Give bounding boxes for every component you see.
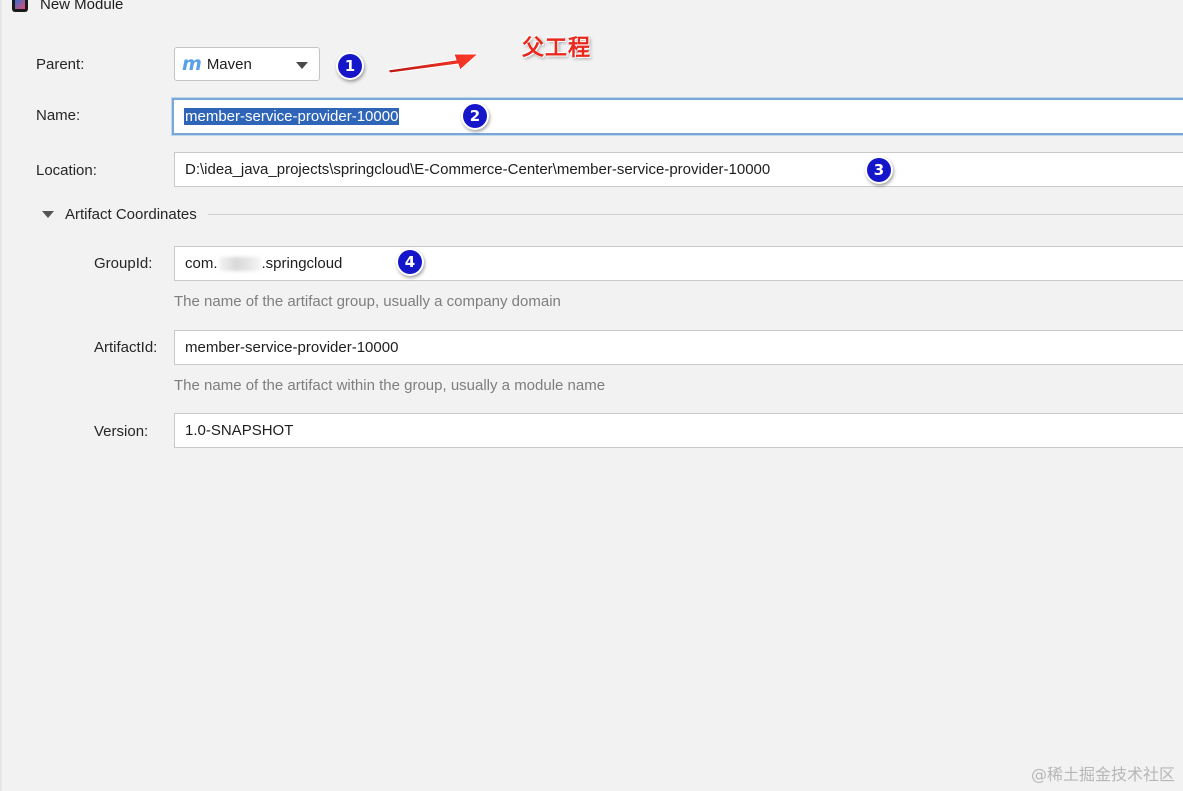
name-label: Name: (36, 107, 81, 124)
parent-project-note: 父工程 (522, 36, 592, 61)
groupid-label: GroupId: (94, 255, 153, 272)
location-label: Location: (36, 162, 97, 179)
title-bar: New Module (2, 0, 123, 16)
artifactid-label: ArtifactId: (94, 339, 158, 356)
version-input-value: 1.0-SNAPSHOT (185, 422, 294, 439)
artifact-coordinates-title[interactable]: Artifact Coordinates (65, 206, 197, 223)
new-module-dialog: New Module Parent: m Maven 1 父工程 Name: m… (0, 0, 1183, 791)
chevron-down-icon[interactable] (296, 62, 308, 69)
artifactid-input-value: member-service-provider-10000 (185, 339, 399, 356)
section-divider (207, 214, 1183, 215)
parent-dropdown-value: Maven (206, 55, 252, 73)
annotation-badge-1: 1 (338, 54, 362, 78)
groupid-hint: The name of the artifact group, usually … (174, 293, 561, 310)
groupid-input[interactable]: com. .springcloud (174, 246, 1183, 281)
collapse-triangle-icon[interactable] (42, 211, 54, 218)
version-label: Version: (94, 423, 149, 440)
groupid-value-suffix: .springcloud (261, 255, 343, 272)
annotation-arrow-icon (387, 53, 480, 74)
artifactid-input[interactable]: member-service-provider-10000 (174, 330, 1183, 365)
intellij-app-icon (12, 0, 28, 12)
name-input-value: member-service-provider-10000 (184, 108, 400, 125)
watermark: @稀土掘金技术社区 (1030, 765, 1175, 784)
window-title: New Module (40, 0, 124, 13)
location-input-value: D:\idea_java_projects\springcloud\E-Comm… (185, 161, 771, 178)
redaction-blur (218, 256, 261, 271)
name-input[interactable]: member-service-provider-10000 (172, 98, 1183, 135)
annotation-badge-3: 3 (867, 158, 891, 182)
artifact-coordinates-section: Artifact Coordinates (40, 206, 1183, 223)
parent-label: Parent: (36, 56, 85, 73)
location-input[interactable]: D:\idea_java_projects\springcloud\E-Comm… (174, 152, 1183, 187)
artifactid-hint: The name of the artifact within the grou… (174, 377, 606, 394)
version-input[interactable]: 1.0-SNAPSHOT (174, 413, 1183, 448)
parent-dropdown[interactable]: m Maven (174, 47, 320, 81)
maven-icon: m (182, 52, 202, 75)
annotation-badge-2: 2 (463, 104, 487, 128)
groupid-value-prefix: com. (185, 255, 218, 272)
annotation-badge-4: 4 (398, 250, 422, 274)
